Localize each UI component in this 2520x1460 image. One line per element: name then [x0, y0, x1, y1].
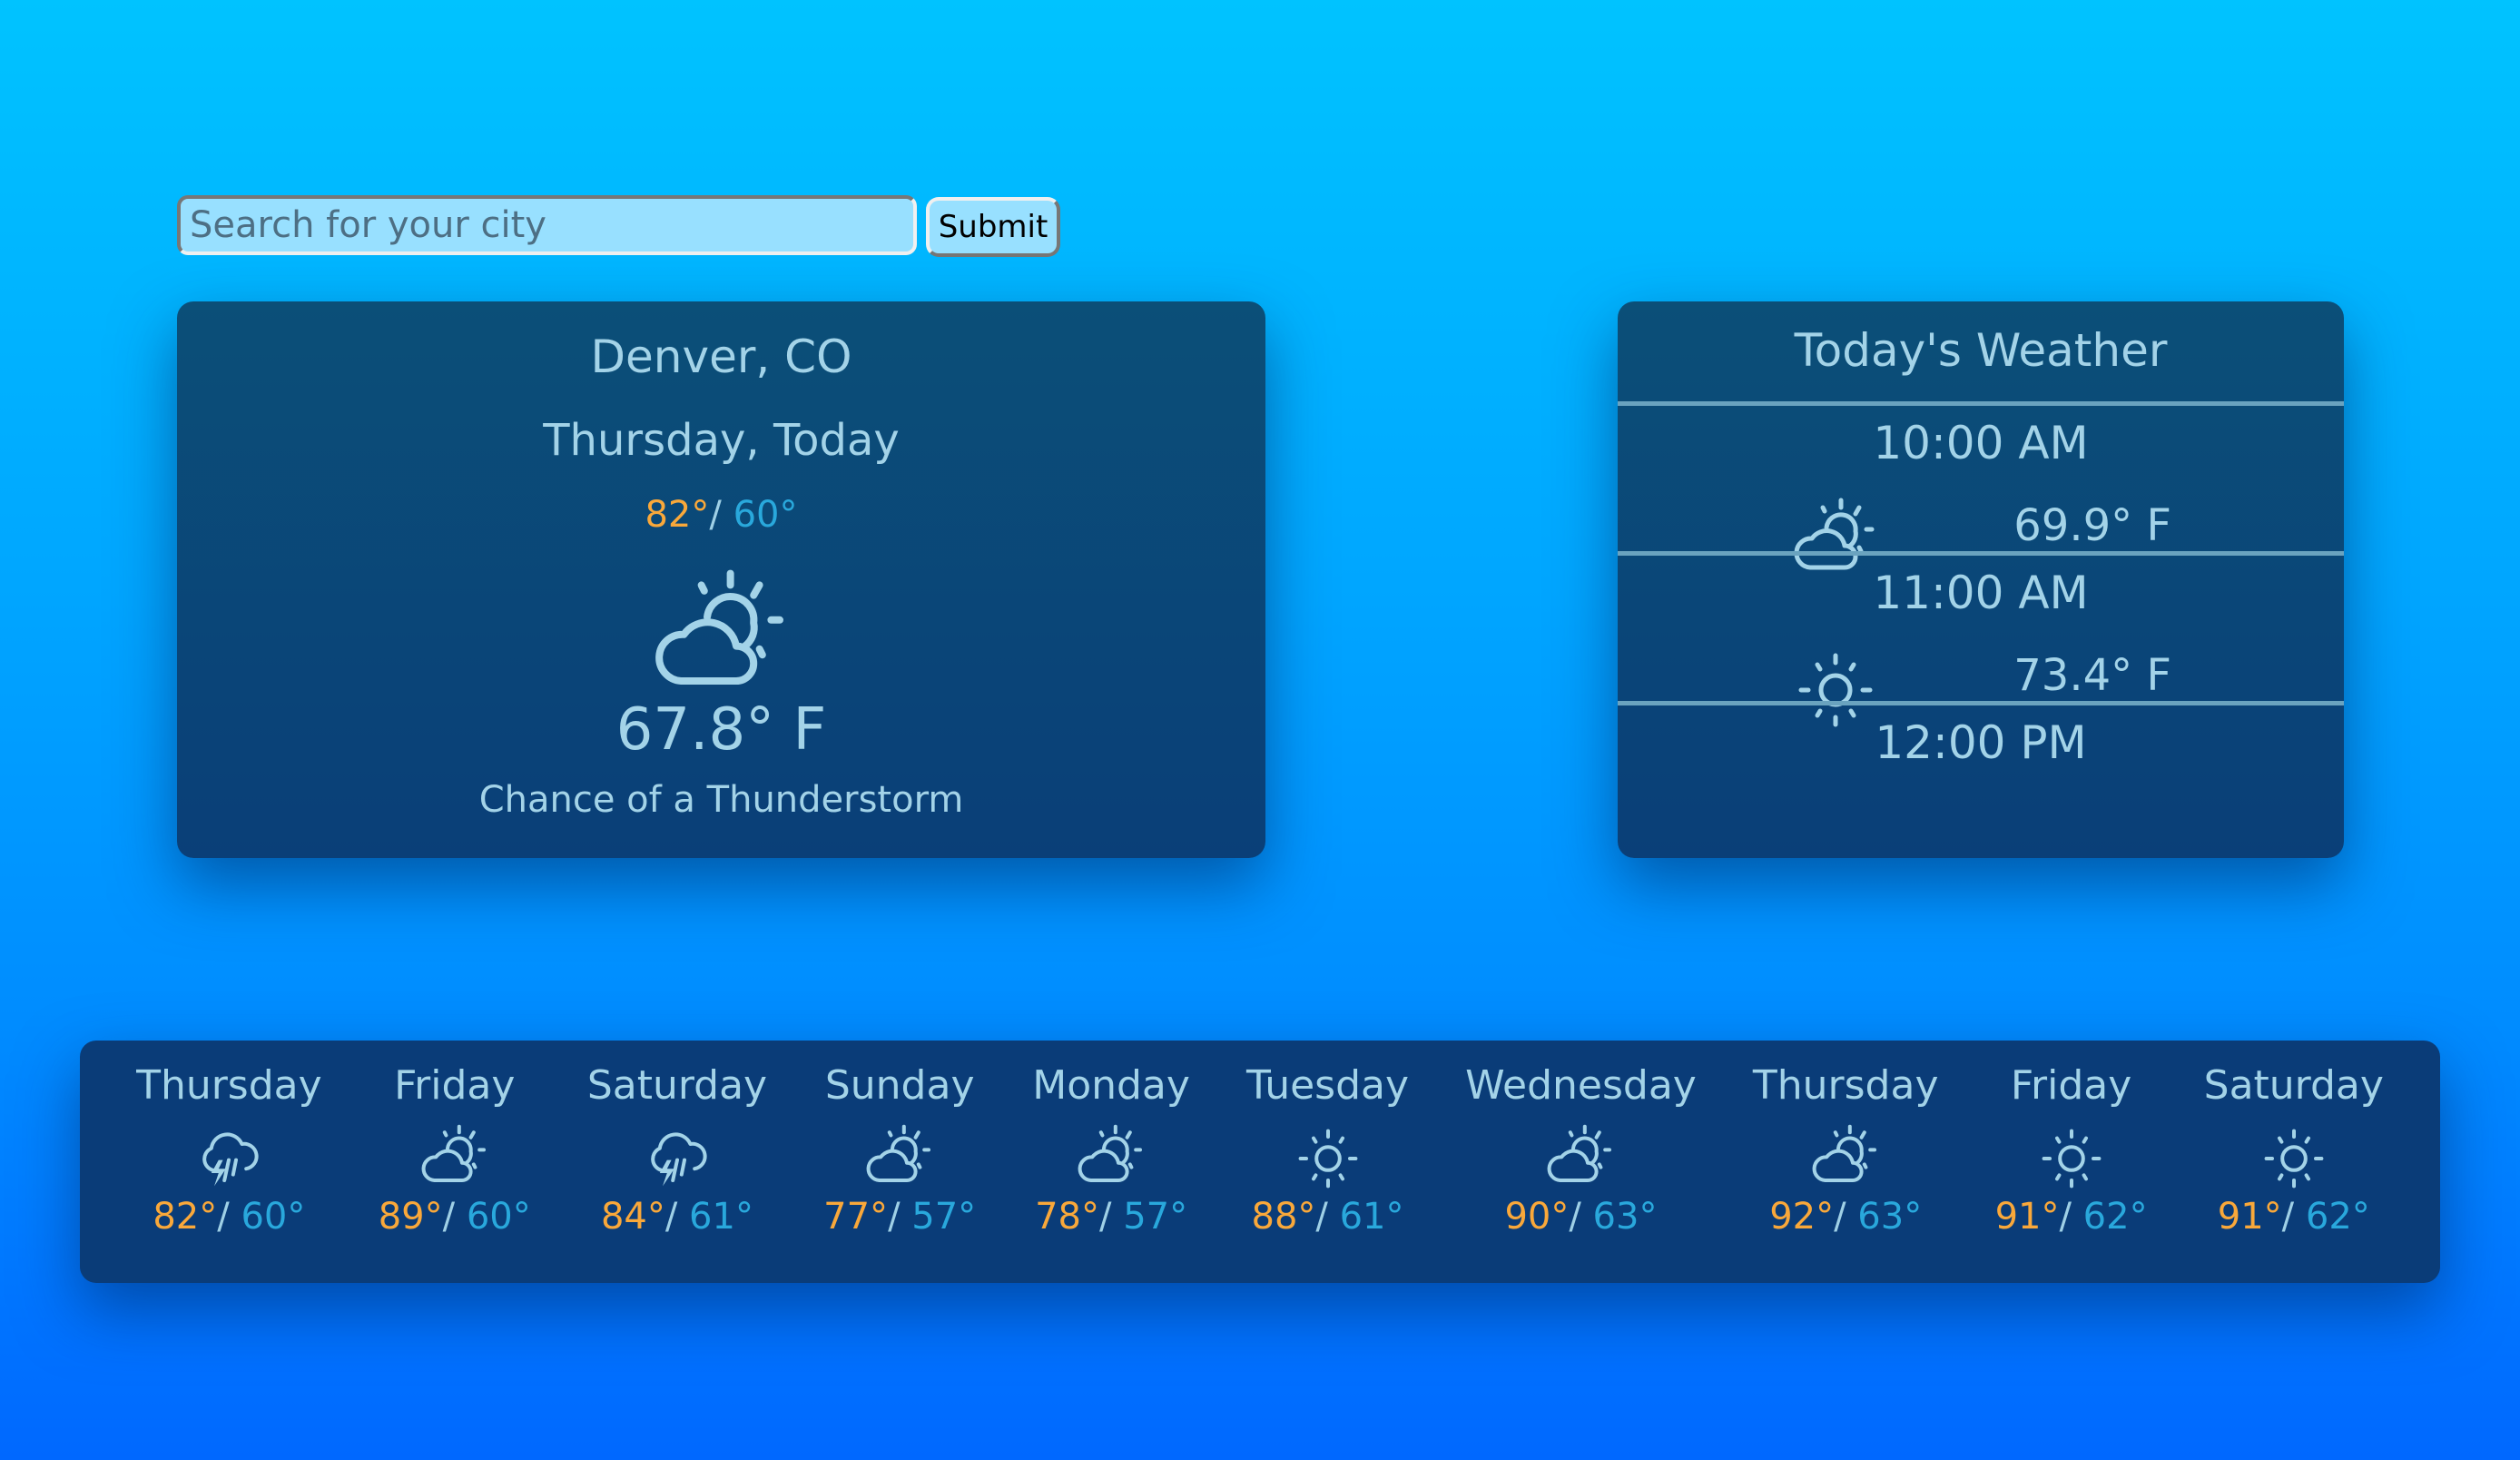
high-temp: 92°: [1769, 1196, 1835, 1238]
current-date: Thursday, Today: [543, 415, 900, 466]
hour-row: 10:00 AM 69.9° F: [1618, 406, 2344, 551]
temp-separator: /: [442, 1196, 456, 1238]
high-temp: 90°: [1504, 1196, 1570, 1238]
temp-separator: /: [1098, 1196, 1112, 1238]
current-weather-card: Denver, CO Thursday, Today 82°/ 60° 67.8…: [177, 301, 1265, 858]
sunny-icon: [2258, 1122, 2330, 1195]
low-temp: 61°: [1339, 1196, 1404, 1238]
high-temp: 91°: [2217, 1196, 2282, 1238]
low-temp: 60°: [733, 494, 798, 536]
temp-separator: /: [664, 1196, 678, 1238]
forecast-day: Thursday 92°/ 63°: [1753, 1041, 1939, 1237]
day-name: Thursday: [136, 1062, 322, 1109]
current-high-low: 82°/ 60°: [177, 494, 1265, 536]
forecast-day: Friday 91°/ 62°: [1995, 1041, 2148, 1237]
low-temp: 60°: [466, 1196, 531, 1238]
sunny-icon: [2035, 1122, 2108, 1195]
current-temperature: 67.8° F: [615, 696, 827, 764]
thunderstorm-icon: [641, 1122, 714, 1195]
day-high-low: 92°/ 63°: [1769, 1197, 1922, 1237]
high-temp: 91°: [1994, 1196, 2060, 1238]
day-name: Wednesday: [1465, 1062, 1697, 1109]
partly-cloudy-icon: [863, 1122, 936, 1195]
partly-cloudy-icon: [1809, 1122, 1882, 1195]
day-high-low: 91°/ 62°: [2218, 1197, 2370, 1237]
temp-separator: /: [2281, 1196, 2295, 1238]
hour-temp: 73.4° F: [2013, 650, 2171, 701]
forecast-day: Friday 89°/ 60°: [379, 1041, 531, 1237]
hour-time: 10:00 AM: [1873, 417, 2089, 469]
temp-separator: /: [1834, 1196, 1846, 1238]
day-name: Sunday: [824, 1062, 975, 1109]
high-temp: 82°: [645, 494, 710, 536]
hour-time: 11:00 AM: [1873, 567, 2089, 619]
low-temp: 57°: [1123, 1196, 1188, 1238]
day-name: Thursday: [1752, 1062, 1939, 1109]
day-high-low: 82°/ 60°: [153, 1197, 305, 1237]
day-name: Tuesday: [1246, 1062, 1410, 1109]
partly-cloudy-icon: [649, 565, 794, 710]
low-temp: 61°: [689, 1196, 753, 1238]
forecast-day: Saturday 91°/ 62°: [2204, 1041, 2384, 1237]
thunderstorm-icon: [192, 1122, 265, 1195]
high-temp: 82°: [153, 1196, 218, 1238]
low-temp: 62°: [2305, 1196, 2370, 1238]
high-temp: 78°: [1035, 1196, 1099, 1238]
day-name: Saturday: [2203, 1062, 2384, 1109]
partly-cloudy-icon: [418, 1122, 491, 1195]
day-name: Saturday: [586, 1062, 768, 1109]
weather-description: Chance of a Thunderstorm: [478, 779, 964, 821]
hourly-title: Today's Weather: [1794, 324, 2168, 377]
forecast-day: Saturday 84°/ 61°: [587, 1041, 767, 1237]
hour-temp: 69.9° F: [2013, 500, 2171, 551]
high-temp: 89°: [378, 1196, 443, 1238]
temp-separator: /: [2059, 1196, 2072, 1238]
day-high-low: 91°/ 62°: [1995, 1197, 2148, 1237]
day-high-low: 84°/ 61°: [601, 1197, 753, 1237]
forecast-day: Wednesday 90°/ 63°: [1465, 1041, 1697, 1237]
day-name: Monday: [1032, 1062, 1190, 1109]
low-temp: 63°: [1592, 1196, 1658, 1238]
partly-cloudy-icon: [1544, 1122, 1617, 1195]
temp-separator: /: [1569, 1196, 1581, 1238]
forecast-day: Monday 78°/ 57°: [1032, 1041, 1190, 1237]
high-temp: 84°: [600, 1196, 665, 1238]
low-temp: 57°: [911, 1196, 977, 1238]
city-search-input[interactable]: [177, 195, 917, 255]
low-temp: 63°: [1857, 1196, 1923, 1238]
city-name: Denver, CO: [590, 330, 852, 383]
sunny-icon: [1292, 1122, 1364, 1195]
temp-separator: /: [709, 494, 722, 536]
low-temp: 62°: [2082, 1196, 2148, 1238]
temp-separator: /: [217, 1196, 230, 1238]
temp-separator: /: [888, 1196, 901, 1238]
day-name: Friday: [394, 1062, 516, 1109]
day-high-low: 78°/ 57°: [1035, 1197, 1187, 1237]
high-temp: 77°: [823, 1196, 889, 1238]
day-high-low: 77°/ 57°: [823, 1197, 976, 1237]
forecast-day: Tuesday 88°/ 61°: [1246, 1041, 1409, 1237]
high-temp: 88°: [1251, 1196, 1316, 1238]
hour-row: 12:00 PM: [1618, 705, 2344, 851]
hour-time: 12:00 PM: [1875, 716, 2087, 769]
day-high-low: 90°/ 63°: [1504, 1197, 1657, 1237]
forecast-day: Sunday 77°/ 57°: [823, 1041, 976, 1237]
day-name: Friday: [2010, 1062, 2132, 1109]
submit-button[interactable]: Submit: [926, 197, 1060, 257]
partly-cloudy-icon: [1075, 1122, 1147, 1195]
low-temp: 60°: [241, 1196, 306, 1238]
day-high-low: 89°/ 60°: [379, 1197, 531, 1237]
forecast-day: Thursday 82°/ 60°: [136, 1041, 322, 1237]
temp-separator: /: [1315, 1196, 1328, 1238]
day-high-low: 88°/ 61°: [1252, 1197, 1404, 1237]
daily-forecast-strip: Thursday 82°/ 60° Friday 89°/ 60° Saturday 84…: [80, 1041, 2440, 1283]
hourly-weather-card[interactable]: Today's Weather 10:00 AM 69.9° F 11:00 A…: [1618, 301, 2344, 858]
hour-row: 11:00 AM 73.4° F: [1618, 556, 2344, 701]
